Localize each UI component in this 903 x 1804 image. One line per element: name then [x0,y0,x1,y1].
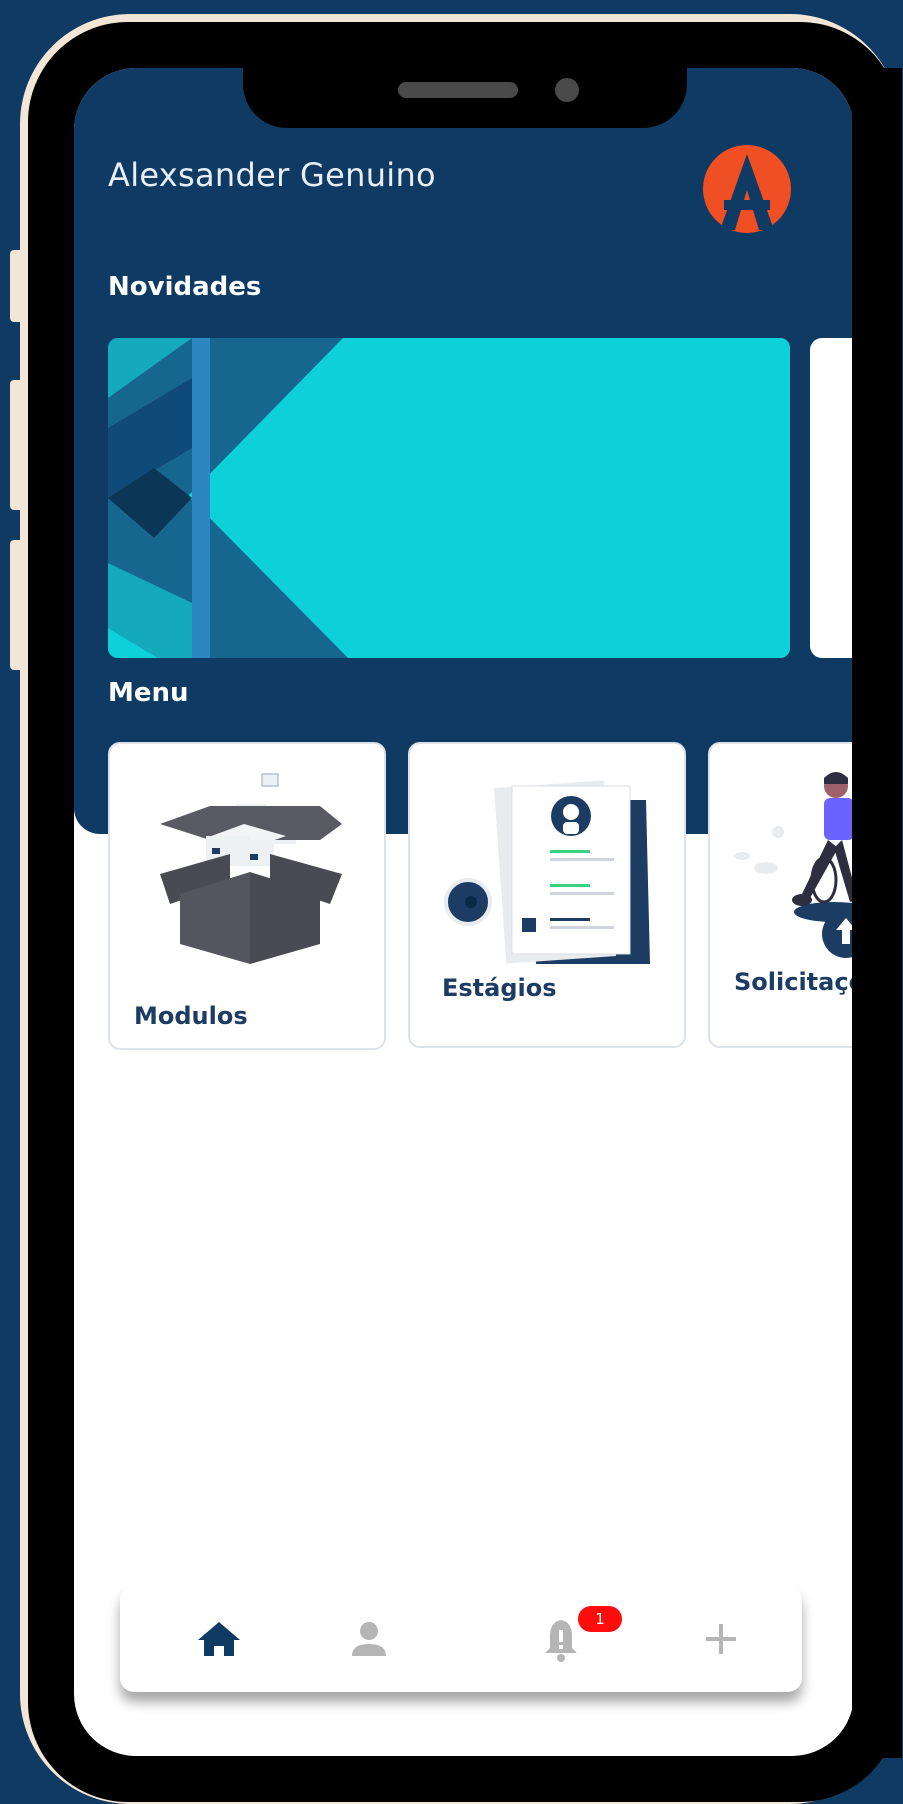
request-illustration-icon [734,772,854,958]
menu-card-label: Estágios [442,974,557,1002]
banner-graphic [108,338,790,658]
user-name: Alexsander Genuino [108,156,436,194]
phone-volume-down-button [10,540,24,670]
profile-icon[interactable] [342,1612,396,1666]
front-camera [555,78,579,102]
menu-card-estagios[interactable]: Estágios [408,742,686,1048]
phone-side-button [10,250,24,322]
notification-badge: 1 [578,1606,622,1632]
news-section-title: Novidades [108,272,262,302]
resume-illustration-icon [444,780,650,964]
bottom-navigation: 1 [120,1586,802,1692]
phone-right-bezel [852,68,902,1758]
menu-card-label: Modulos [134,1002,248,1030]
menu-card-solicitacoes[interactable]: Solicitações [708,742,854,1048]
plus-icon[interactable] [694,1612,748,1666]
menu-card-modulos[interactable]: Modulos [108,742,386,1050]
phone-notch [243,68,687,128]
box-illustration-icon [160,773,342,964]
app-logo-icon[interactable] [702,144,792,234]
news-banner-next[interactable] [810,338,854,658]
phone-volume-up-button [10,380,24,510]
speaker-grille [398,82,518,98]
home-icon[interactable] [192,1612,246,1666]
app-screen: Alexsander Genuino Novidades Menu Modulo… [74,68,854,1756]
news-banner[interactable] [108,338,790,658]
menu-section-title: Menu [108,678,189,708]
menu-card-label: Solicitações [734,968,854,996]
